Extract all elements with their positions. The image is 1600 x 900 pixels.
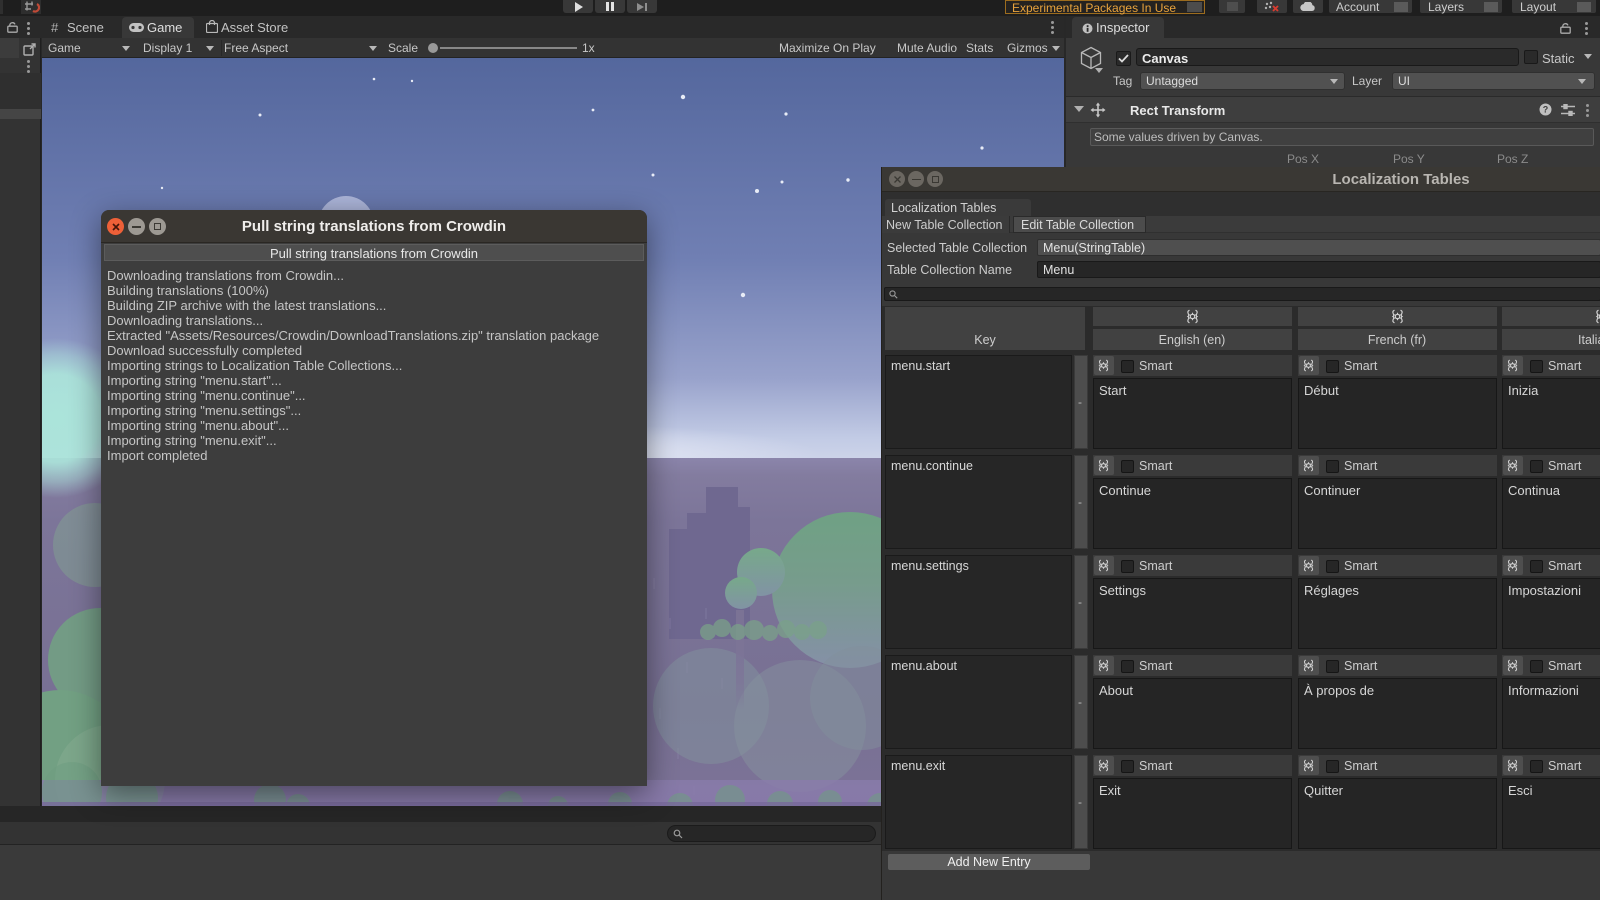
svg-text:?: ? xyxy=(1543,105,1549,115)
